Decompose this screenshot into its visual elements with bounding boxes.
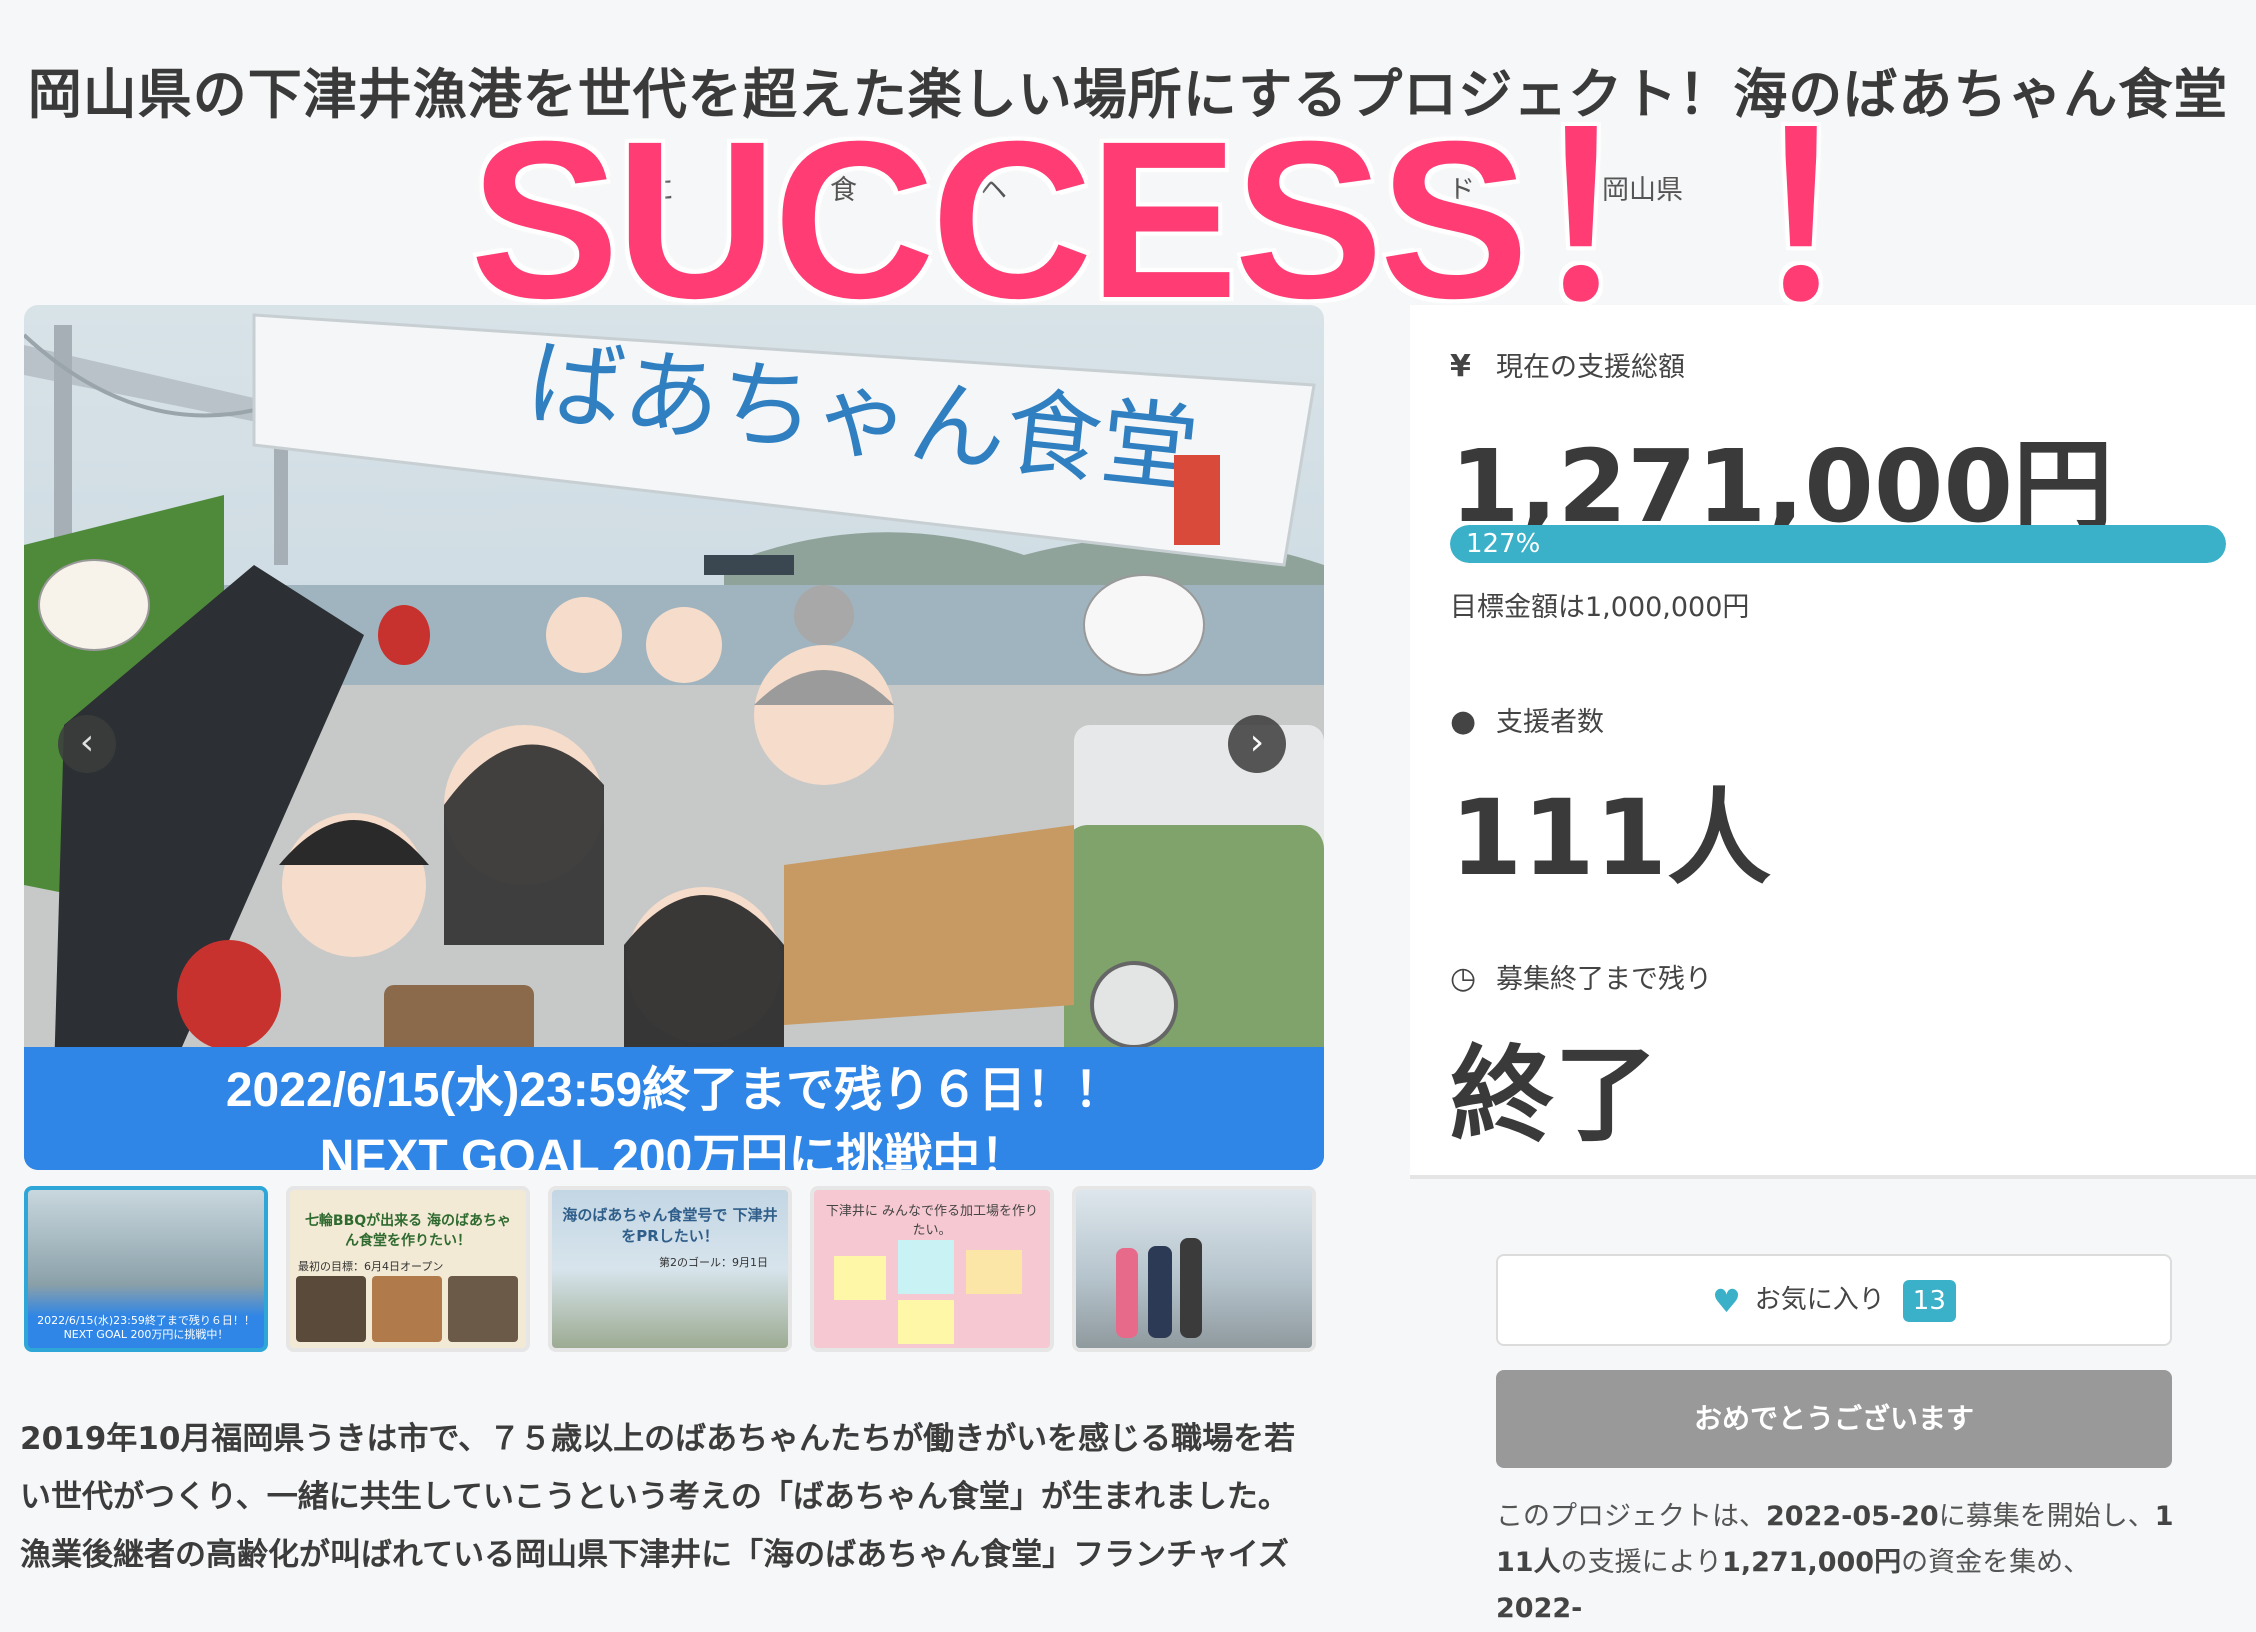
description-line: 2019年10月福岡県うきは市で、７５歳以上のばあちゃんたちが働きがいを感じる職… [20,1421,1296,1457]
carousel-next-button[interactable]: › [1228,715,1286,773]
thumbnail-caption: 2022/6/15(水)23:59終了まで残り６日！！ NEXT GOAL 20… [37,1314,255,1341]
thumbnail-sub: 最初の目標：6月4日オープン [298,1260,444,1273]
description-line: 漁業後継者の高齢化が叫ばれている岡山県下津井に「海のばあちゃん食堂」フランチャイ… [20,1537,1289,1573]
yen-icon: ¥ [1450,349,1471,384]
thumbnail-caption: 海のばあちゃん食堂号で 下津井をPRしたい！ [562,1206,778,1245]
clock-icon: ◷ [1450,961,1477,996]
thumbnail-sub: 第2のゴール：9月1日 [659,1256,768,1269]
backers-count: 111人 [1450,777,1772,899]
chevron-right-icon: › [1249,722,1265,763]
progress-percent: 127% [1466,529,1541,559]
carousel-prev-button[interactable]: ‹ [58,715,116,773]
thumbnail-1[interactable]: 2022/6/15(水)23:59終了まで残り６日！！ NEXT GOAL 20… [24,1186,268,1352]
goal-amount: 目標金額は1,000,000円 [1450,592,1750,623]
heart-icon: ♥ [1712,1281,1741,1320]
project-summary-note: このプロジェクトは、2022-05-20に募集を開始し、1 11人の支援により1… [1496,1494,2176,1632]
summary-line-2: 11人の支援により1,271,000円の資金を集め、2022- [1496,1547,2091,1624]
success-overlay: SUCCESS！！ [470,95,1969,345]
thumbnail-4[interactable]: 下津井に みんなで作る加工場を作りたい。 [810,1186,1054,1352]
person-icon: ● [1450,704,1477,739]
backers-label: ● 支援者数 [1450,704,1604,739]
project-hero-image[interactable]: ばあちゃん食堂 2022/6/15(水)23:59終了まで残り６日！！ NEXT… [24,305,1324,1170]
summary-line-1: このプロジェクトは、2022-05-20に募集を開始し、1 [1496,1501,2174,1532]
thumbnail-3[interactable]: 海のばあちゃん食堂号で 下津井をPRしたい！ 第2のゴール：9月1日 [548,1186,792,1352]
thumbnail-strip: 2022/6/15(水)23:59終了まで残り６日！！ NEXT GOAL 20… [24,1186,1324,1356]
remaining-value: 終了 [1450,1034,1659,1156]
hero-banner-line2: NEXT GOAL 200万円に挑戦中！ [319,1131,1029,1170]
favorite-label: お気に入り [1754,1285,1885,1315]
thumbnail-caption: 七輪BBQが出来る 海のばあちゃん食堂を作りたい！ [304,1213,512,1249]
description-line: い世代がつくり、一緒に共生していこうという考えの「ばあちゃん食堂」が生まれました… [20,1479,1289,1515]
project-description: 2019年10月福岡県うきは市で、７５歳以上のばあちゃんたちが働きがいを感じる職… [20,1410,1340,1584]
progress-bar [1450,525,2226,563]
progress-fill [1450,525,2226,563]
hero-banner-line1: 2022/6/15(水)23:59終了まで残り６日！！ [225,1064,1123,1117]
congrats-button[interactable]: おめでとうございます [1496,1370,2172,1468]
thumbnail-caption: 下津井に みんなで作る加工場を作りたい。 [825,1204,1039,1238]
funding-stats-card: ¥ 現在の支援総額 1,271,000円 127% 目標金額は1,000,000円… [1410,305,2256,1179]
hero-illustration: ばあちゃん食堂 [24,313,1324,1170]
remaining-label: ◷ 募集終了まで残り [1450,961,1712,996]
total-label: ¥ 現在の支援総額 [1450,349,1685,384]
favorite-button[interactable]: ♥ お気に入り 13 [1496,1254,2172,1346]
favorite-count: 13 [1902,1279,1956,1322]
thumbnail-5[interactable] [1072,1186,1316,1352]
thumbnail-2[interactable]: 七輪BBQが出来る 海のばあちゃん食堂を作りたい！ 最初の目標：6月4日オープン [286,1186,530,1352]
chevron-left-icon: ‹ [79,722,95,763]
